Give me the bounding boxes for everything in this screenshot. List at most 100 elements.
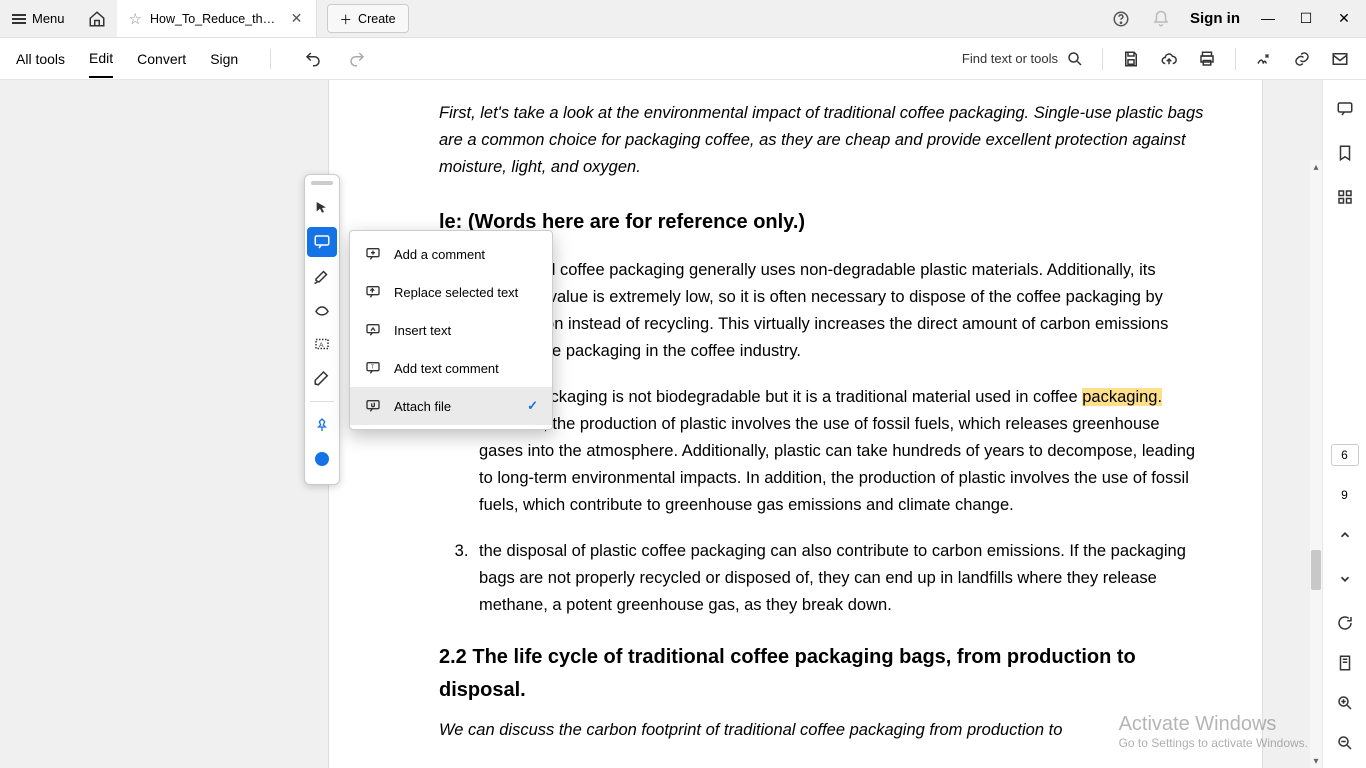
ctx-add-comment[interactable]: Add a comment [350,235,552,273]
edit-button[interactable]: Edit [89,40,113,78]
link-icon [1293,50,1311,68]
page-fit-button[interactable] [1334,652,1356,674]
pin-icon [314,417,330,433]
help-button[interactable] [1110,8,1132,30]
zoom-in-icon [1336,694,1354,712]
minimize-button[interactable]: — [1258,10,1278,27]
list-item: Traditional coffee packaging generally u… [473,257,1204,366]
star-icon: ☆ [129,10,142,28]
menu-button[interactable]: Menu [0,0,77,37]
chevron-down-icon [1338,572,1352,586]
help-icon [1112,10,1130,28]
save-button[interactable] [1121,49,1141,69]
speech-icon [1336,100,1354,118]
comment-icon [313,233,331,251]
svg-text:T: T [371,365,375,371]
annotation-toolbar[interactable]: A [304,174,340,485]
search-icon [1066,50,1084,68]
comments-panel-button[interactable] [1334,98,1356,120]
page-total: 9 [1341,488,1348,502]
document-tab[interactable]: ☆ How_To_Reduce_the_C... ✕ [117,0,317,37]
rotate-button[interactable] [1334,612,1356,634]
link-button[interactable] [1292,49,1312,69]
zoom-out-icon [1336,734,1354,752]
chevron-up-icon [1338,528,1352,542]
toolbar: All tools Edit Convert Sign Find text or… [0,38,1366,80]
all-tools-button[interactable]: All tools [16,41,65,77]
replace-icon [364,283,382,301]
comment-tool[interactable] [307,227,337,257]
sign-button[interactable]: Sign [210,41,238,77]
bell-icon [1152,10,1170,28]
highlight-tool[interactable] [307,261,337,291]
signin-button[interactable]: Sign in [1190,10,1240,27]
ctx-attach-file[interactable]: Attach file ✓ [350,387,552,425]
attach-file-icon [364,397,382,415]
grid-icon [1336,188,1354,206]
scroll-thumb[interactable] [1311,550,1321,590]
scroll-down-button[interactable]: ▾ [1310,754,1322,768]
draw-tool[interactable] [307,295,337,325]
hamburger-icon [12,18,26,20]
titlebar: Menu ☆ How_To_Reduce_the_C... ✕ ＋ Create… [0,0,1366,38]
undo-icon [304,50,322,68]
add-comment-icon [364,245,382,263]
main-area: First, let's take a look at the environm… [0,80,1366,768]
list-item: Plastic packaging is not biodegradable b… [473,384,1204,520]
page-down-button[interactable] [1334,568,1356,590]
undo-button[interactable] [303,49,323,69]
highlighted-text[interactable]: packaging. [1082,388,1162,406]
close-window-button[interactable]: ✕ [1334,10,1354,27]
bookmarks-button[interactable] [1334,142,1356,164]
rotate-icon [1336,614,1354,632]
home-button[interactable] [77,0,117,37]
redo-button[interactable] [347,49,367,69]
convert-button[interactable]: Convert [137,41,186,77]
zoom-out-button[interactable] [1334,732,1356,754]
freeform-icon [313,301,331,319]
print-button[interactable] [1197,49,1217,69]
color-dot-icon [315,452,329,466]
scroll-up-button[interactable]: ▴ [1310,160,1322,174]
ctx-label: Add a comment [394,247,485,262]
select-tool[interactable] [307,193,337,223]
menu-label: Menu [32,11,65,26]
titlebar-right: Sign in — ☐ ✕ [1110,0,1366,37]
ctx-add-text-comment[interactable]: T Add text comment [350,349,552,387]
mail-icon [1331,50,1349,68]
bookmark-icon [1336,144,1354,162]
ctx-label: Replace selected text [394,285,518,300]
thumbnails-button[interactable] [1334,186,1356,208]
ctx-insert-text[interactable]: Insert text [350,311,552,349]
notifications-button[interactable] [1150,8,1172,30]
zoom-in-button[interactable] [1334,692,1356,714]
maximize-button[interactable]: ☐ [1296,10,1316,27]
signature-button[interactable] [1254,49,1274,69]
color-picker[interactable] [307,444,337,474]
pen-icon [313,369,331,387]
ctx-label: Attach file [394,399,451,414]
page-up-button[interactable] [1334,524,1356,546]
create-button[interactable]: ＋ Create [327,4,409,33]
tab-close-button[interactable]: ✕ [288,10,306,27]
find-label: Find text or tools [962,51,1058,66]
find-button[interactable]: Find text or tools [962,50,1084,68]
drag-handle[interactable] [311,181,333,185]
list-item: the disposal of plastic coffee packaging… [473,538,1204,620]
eraser-tool[interactable] [307,363,337,393]
cloud-upload-icon [1160,50,1178,68]
right-rail: 6 9 [1322,80,1366,768]
insert-text-icon [364,321,382,339]
section-intro: We can discuss the carbon footprint of t… [439,717,1204,744]
cloud-button[interactable] [1159,49,1179,69]
textbox-tool[interactable]: A [307,329,337,359]
page-number-input[interactable]: 6 [1331,444,1359,466]
cursor-icon [314,200,330,216]
svg-text:A: A [319,342,324,349]
pin-tool[interactable] [307,410,337,440]
ctx-replace-text[interactable]: Replace selected text [350,273,552,311]
home-icon [88,10,106,28]
separator [270,49,271,69]
share-email-button[interactable] [1330,49,1350,69]
vertical-scrollbar[interactable]: ▴ ▾ [1310,160,1322,768]
